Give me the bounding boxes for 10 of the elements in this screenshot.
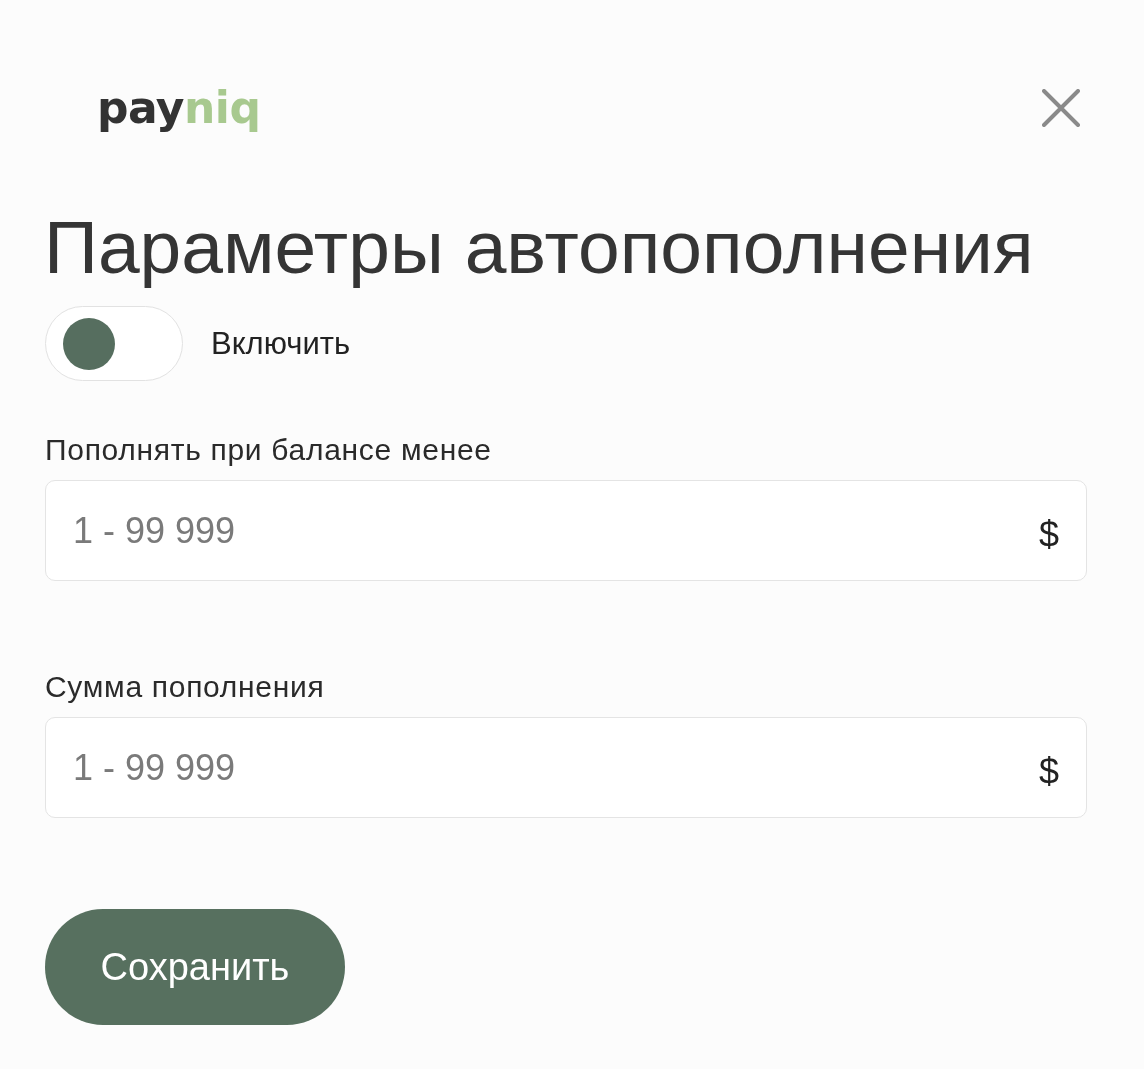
logo: payniq	[97, 83, 261, 133]
dialog-title: Параметры автопополнения	[44, 204, 1034, 291]
toggle-label: Включить	[211, 325, 351, 362]
close-button[interactable]	[1042, 89, 1080, 127]
currency-label: $	[1038, 749, 1059, 793]
save-button[interactable]: Сохранить	[45, 909, 345, 1026]
field-label: Сумма пополнения	[45, 670, 325, 705]
close-icon	[1042, 89, 1080, 127]
currency-label: $	[1038, 512, 1059, 556]
field-label: Пополнять при балансе менее	[45, 433, 492, 468]
